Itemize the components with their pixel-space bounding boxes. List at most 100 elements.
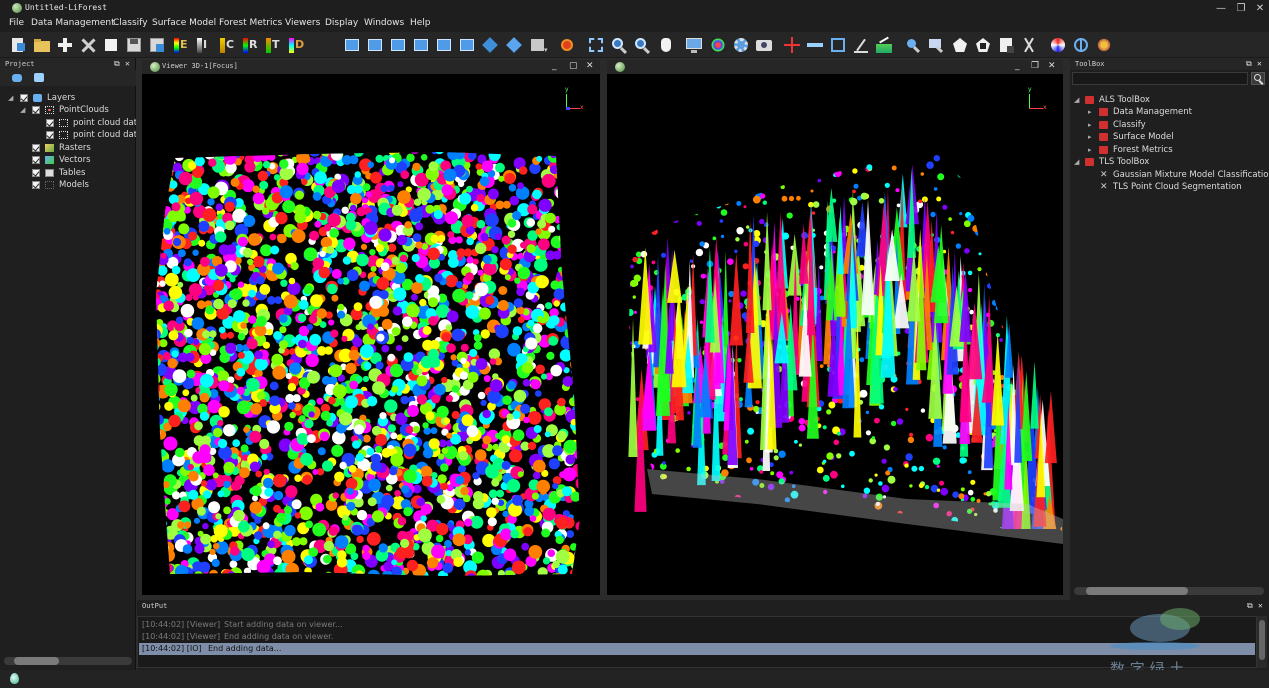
measure-area-icon[interactable] [829,36,847,54]
layers-checkbox[interactable] [20,94,28,102]
view-menu-icon[interactable]: ▾ [530,36,548,54]
output-scrollbar[interactable] [1257,616,1267,668]
view-iso-icon[interactable] [481,36,499,54]
expand-arrow-icon[interactable]: ◢ [8,92,13,104]
view-bottom-icon[interactable] [458,36,476,54]
models-checkbox[interactable] [32,181,40,189]
render-settings-icon[interactable] [732,36,750,54]
vectors-checkbox[interactable] [32,156,40,164]
zoom-in-icon[interactable] [610,36,628,55]
toolbox-float-icon[interactable]: ⧉ [1246,58,1252,70]
new-project-icon[interactable] [9,36,27,54]
select-polygon-icon[interactable] [951,36,969,54]
toolbox-scrollbar[interactable] [1074,587,1264,595]
menu-help[interactable]: Help [410,18,431,28]
viewer-3d-1[interactable]: Viewer 3D-1[Focus] _ ▢ ✕ y x [142,60,600,595]
tree-id-color-button[interactable]: T [266,36,284,54]
project-scrollbar-thumb[interactable] [14,657,59,665]
menu-file[interactable]: File [9,18,24,28]
collapse-arrow-icon[interactable]: ▸ [1088,119,1092,131]
tables-checkbox[interactable] [32,169,40,177]
viewer-1-canvas[interactable]: y x [142,74,600,595]
clear-icon[interactable] [102,36,120,54]
elevation-color-button[interactable]: E [174,36,192,54]
cut-scissors-icon[interactable] [1020,36,1038,54]
collapse-arrow-icon[interactable]: ▸ [1088,144,1092,156]
output-log[interactable]: [10:44:02] [Viewer] Start adding data on… [137,616,1257,668]
view-iso2-icon[interactable] [505,36,523,54]
expand-arrow-icon[interactable]: ◢ [1074,94,1079,106]
expand-all-icon[interactable] [12,74,22,82]
intensity-color-button[interactable]: I [197,36,215,54]
menu-display[interactable]: Display [325,18,358,28]
close-button[interactable]: ✕ [1251,1,1269,16]
expand-arrow-icon[interactable]: ◢ [1074,156,1079,168]
viewer-1-maximize-icon[interactable]: ▢ [569,61,578,71]
network-icon[interactable] [1072,36,1090,54]
open-folder-icon[interactable] [33,36,51,54]
measure-distance-icon[interactable] [806,36,824,54]
screen-icon[interactable] [685,36,703,54]
output-scrollbar-thumb[interactable] [1259,620,1265,660]
zoom-extent-icon[interactable] [587,36,605,54]
zoom-out-icon[interactable] [633,36,651,55]
plugin-icon[interactable] [1095,36,1113,54]
clip-icon[interactable] [997,36,1015,54]
record-icon[interactable] [558,36,576,54]
tree-item-point-cloud-1[interactable]: point cloud data [46,117,136,129]
pan-hand-icon[interactable] [657,36,675,54]
output-close-icon[interactable]: ✕ [1258,600,1263,612]
point-settings-icon[interactable] [709,36,727,54]
menu-classify[interactable]: Classify [113,18,148,28]
menu-surface-model[interactable]: Surface Model [152,18,216,28]
add-data-icon[interactable] [56,36,74,54]
point-cloud-1-checkbox[interactable] [46,119,54,127]
toolbox-scrollbar-thumb[interactable] [1086,587,1188,595]
view-front-icon[interactable] [343,36,361,54]
view-top-icon[interactable] [435,36,453,54]
save-as-icon[interactable] [148,36,166,54]
viewer-1-minimize-icon[interactable]: _ [552,61,557,71]
class-color-button[interactable]: C [220,36,238,54]
menu-windows[interactable]: Windows [364,18,404,28]
rasters-checkbox[interactable] [32,144,40,152]
viewer-2-minimize-icon[interactable]: _ [1015,61,1020,71]
snapshot-icon[interactable] [755,36,773,54]
select-rectangle-icon[interactable] [927,36,945,54]
collapse-arrow-icon[interactable]: ▸ [1088,131,1092,143]
project-close-icon[interactable]: ✕ [125,58,130,70]
viewer-2-restore-icon[interactable]: ❐ [1031,61,1039,71]
return-color-button[interactable]: R [243,36,261,54]
collapse-arrow-icon[interactable]: ▸ [1088,106,1092,118]
pointclouds-checkbox[interactable] [32,106,40,114]
view-left-icon[interactable] [389,36,407,54]
view-back-icon[interactable] [366,36,384,54]
menu-forest-metrics[interactable]: Forest Metrics [219,18,282,28]
toolbox-close-icon[interactable]: ✕ [1257,58,1262,70]
id-color-button[interactable]: D [289,36,307,54]
select-inside-icon[interactable] [974,36,992,54]
minimize-button[interactable]: — [1212,1,1230,16]
point-cloud-2-checkbox[interactable] [46,131,54,139]
toolbox-search-input[interactable] [1072,72,1248,85]
remove-data-icon[interactable] [79,36,97,54]
menu-data-management[interactable]: Data Management [31,18,115,28]
measure-angle-icon[interactable] [852,36,870,54]
collapse-all-icon[interactable] [34,73,44,82]
project-scrollbar[interactable] [4,657,132,665]
viewer-1-close-icon[interactable]: ✕ [586,61,594,71]
viewer-2-canvas[interactable]: y x [607,74,1063,595]
project-float-icon[interactable]: ⧉ [114,58,120,70]
expand-arrow-icon[interactable]: ◢ [20,104,25,116]
tree-item-point-cloud-2[interactable]: point cloud data [46,129,136,141]
restore-button[interactable]: ❐ [1232,1,1250,16]
viewer-2-close-icon[interactable]: ✕ [1048,61,1056,71]
view-right-icon[interactable] [412,36,430,54]
save-icon[interactable] [125,36,143,54]
toolbox-search-button[interactable] [1251,72,1265,85]
menu-viewers[interactable]: Viewers [285,18,320,28]
select-point-icon[interactable] [904,36,922,54]
crosshair-icon[interactable] [783,36,801,54]
color-wheel-icon[interactable] [1049,36,1067,54]
profile-icon[interactable] [875,36,893,54]
